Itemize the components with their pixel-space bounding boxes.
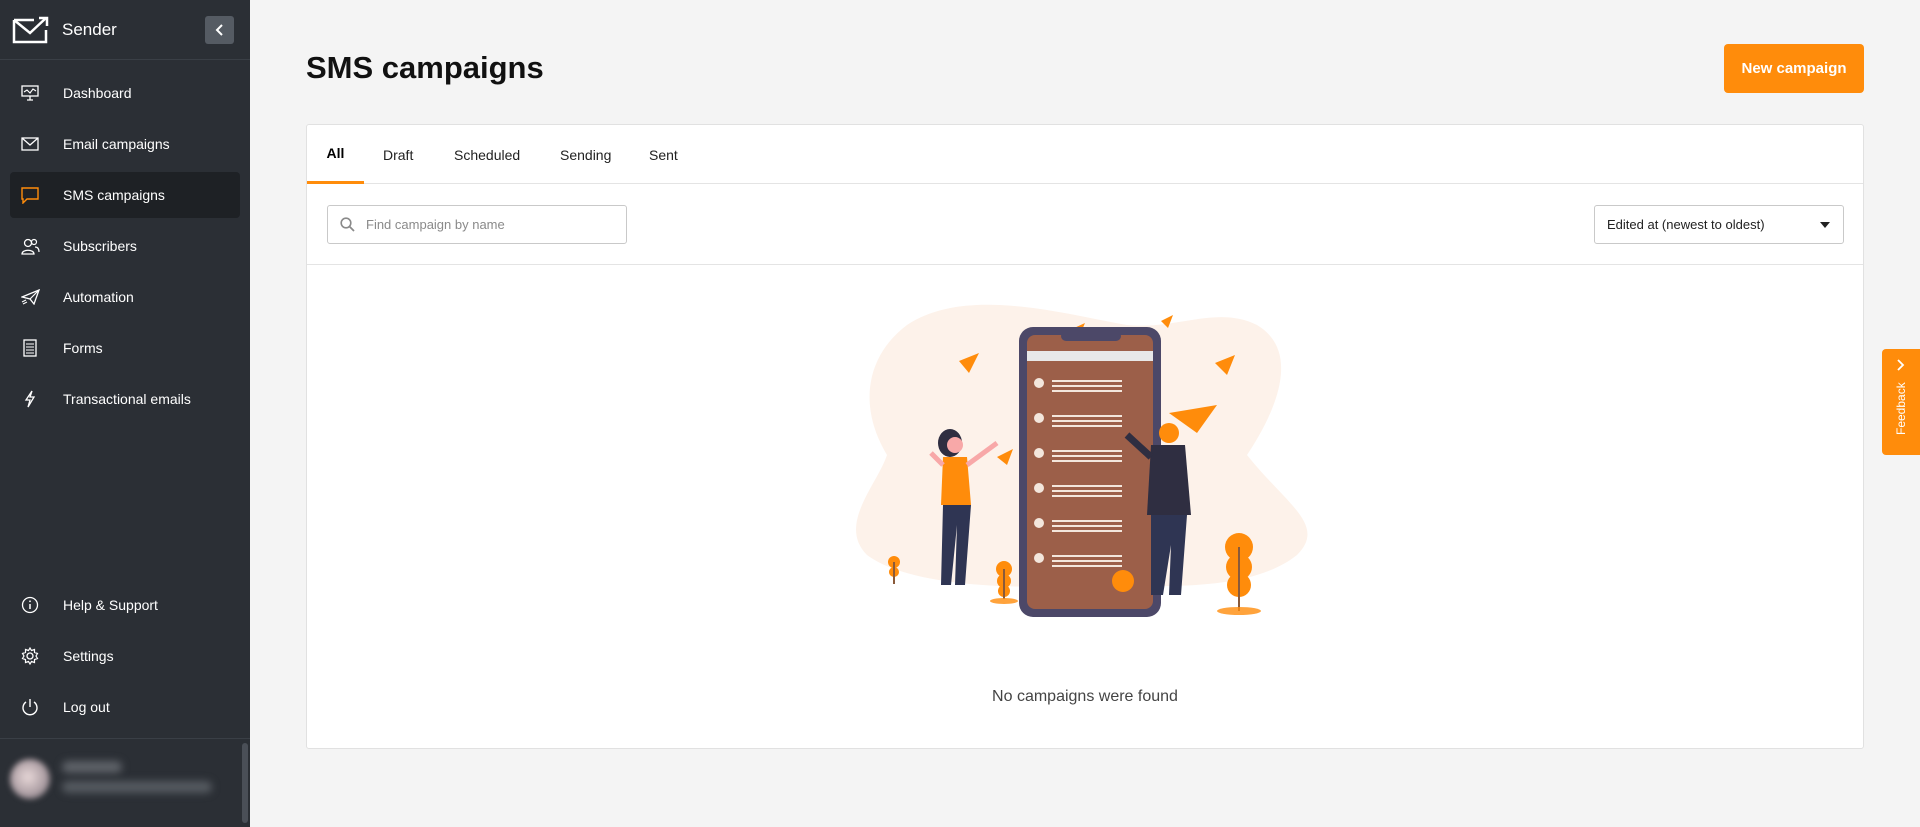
sidebar-item-label: Dashboard (63, 85, 132, 101)
feedback-tab[interactable]: Feedback (1882, 349, 1920, 455)
monitor-icon (20, 83, 40, 103)
gear-icon (20, 646, 40, 666)
sidebar-item-label: Log out (63, 699, 110, 715)
power-icon (20, 697, 40, 717)
feedback-label: Feedback (1894, 382, 1908, 435)
search-icon (340, 217, 355, 232)
user-account[interactable] (0, 738, 250, 827)
sidebar-item-label: Help & Support (63, 597, 158, 613)
sidebar-item-label: Email campaigns (63, 136, 170, 152)
sidebar-item-label: Transactional emails (63, 391, 191, 407)
avatar (10, 759, 50, 799)
tab-sending[interactable]: Sending (560, 125, 611, 184)
sort-select[interactable]: Edited at (newest to oldest) (1594, 205, 1844, 244)
sidebar-item-label: Forms (63, 340, 103, 356)
sidebar-item-label: SMS campaigns (63, 187, 165, 203)
sidebar-item-automation[interactable]: Automation (10, 274, 240, 320)
user-email-blurred (62, 781, 212, 793)
sidebar-item-label: Subscribers (63, 238, 137, 254)
bolt-icon (20, 389, 40, 409)
sidebar-item-label: Automation (63, 289, 134, 305)
tab-sent[interactable]: Sent (649, 125, 678, 184)
sender-logo-icon (12, 16, 49, 43)
sidebar-item-label: Settings (63, 648, 114, 664)
envelope-icon (20, 134, 40, 154)
new-campaign-button[interactable]: New campaign (1724, 44, 1864, 93)
paper-plane-icon (20, 287, 40, 307)
sidebar-item-help-support[interactable]: Help & Support (10, 582, 240, 628)
collapse-sidebar-button[interactable] (205, 16, 234, 44)
sidebar-nav: Dashboard Email campaigns SMS campaigns … (0, 70, 250, 422)
brand-name: Sender (62, 19, 117, 39)
tab-draft[interactable]: Draft (383, 125, 413, 184)
sidebar-item-subscribers[interactable]: Subscribers (10, 223, 240, 269)
campaigns-card: All Draft Scheduled Sending Sent Edited … (306, 124, 1864, 749)
empty-state-illustration (856, 304, 1308, 617)
search-box[interactable] (327, 205, 627, 244)
phone-screen (1027, 335, 1153, 609)
sort-selected-value: Edited at (newest to oldest) (1607, 217, 1765, 232)
sidebar-item-forms[interactable]: Forms (10, 325, 240, 371)
page-title: SMS campaigns (306, 50, 544, 85)
tab-scheduled[interactable]: Scheduled (454, 125, 520, 184)
sidebar-bottom-nav: Help & Support Settings Log out (0, 582, 250, 735)
sidebar-scrollbar[interactable] (242, 743, 248, 823)
caret-down-icon (1820, 222, 1830, 228)
chat-bubble-icon (20, 185, 40, 205)
users-icon (20, 236, 40, 256)
sidebar-item-log-out[interactable]: Log out (10, 684, 240, 730)
sidebar: Sender Dashboard Email campaigns SMS cam… (0, 0, 250, 827)
sidebar-item-email-campaigns[interactable]: Email campaigns (10, 121, 240, 167)
form-icon (20, 338, 40, 358)
chevron-left-icon (215, 24, 223, 36)
empty-state-message: No campaigns were found (992, 688, 1178, 705)
search-input[interactable] (366, 217, 606, 232)
sidebar-item-transactional-emails[interactable]: Transactional emails (10, 376, 240, 422)
filters-bar: Edited at (newest to oldest) (307, 184, 1863, 265)
tab-all[interactable]: All (307, 125, 364, 184)
campaign-tabs: All Draft Scheduled Sending Sent (307, 125, 1863, 184)
chevron-right-icon (1897, 359, 1905, 371)
info-icon (20, 595, 40, 615)
sidebar-item-dashboard[interactable]: Dashboard (10, 70, 240, 116)
sidebar-item-settings[interactable]: Settings (10, 633, 240, 679)
sidebar-item-sms-campaigns[interactable]: SMS campaigns (10, 172, 240, 218)
user-name-blurred (62, 761, 122, 773)
